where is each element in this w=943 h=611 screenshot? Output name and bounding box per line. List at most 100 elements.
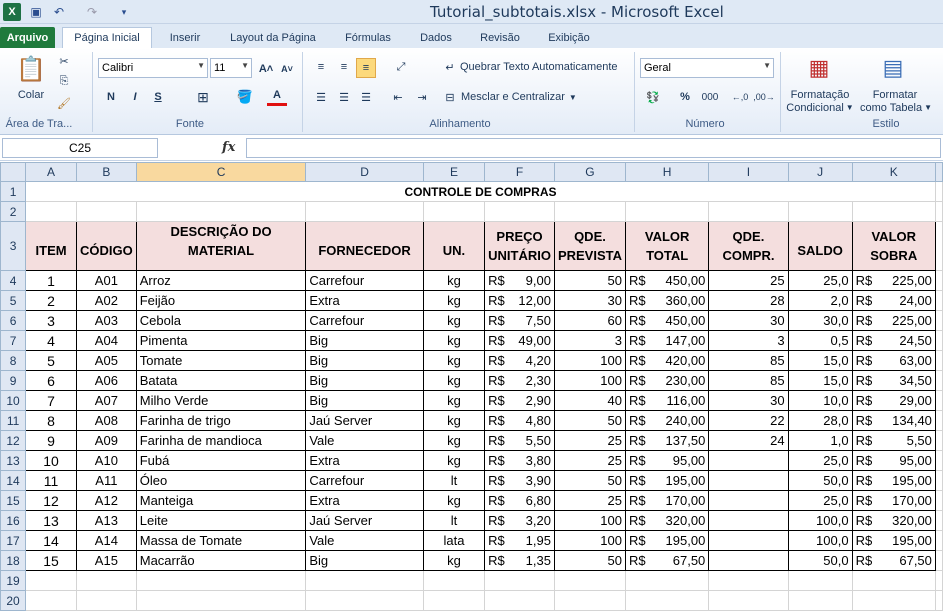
cell[interactable]: [851, 570, 936, 591]
header-descricao[interactable]: DESCRIÇÃO DO MATERIAL: [135, 221, 307, 271]
percent-button[interactable]: %: [676, 88, 694, 106]
row-header[interactable]: 18: [0, 550, 27, 571]
cell-saldo[interactable]: 15,0: [787, 350, 853, 371]
wrap-text-icon[interactable]: ↵: [442, 59, 458, 75]
cell-codigo[interactable]: A06: [76, 370, 137, 391]
cell-descricao[interactable]: Óleo: [135, 470, 307, 491]
row-header[interactable]: 10: [0, 390, 27, 411]
cell-codigo[interactable]: A13: [76, 510, 137, 531]
merge-center-button[interactable]: Mesclar e Centralizar ▼: [461, 89, 577, 105]
cell-item[interactable]: 9: [25, 430, 77, 451]
tab-pagina-inicial[interactable]: Página Inicial: [62, 27, 152, 48]
cell-un[interactable]: kg: [422, 350, 486, 371]
cell[interactable]: [135, 201, 307, 222]
cell-preco-unitario[interactable]: R$ 5,50: [484, 430, 555, 451]
row-header[interactable]: 2: [0, 201, 27, 222]
cell-valor-sobra[interactable]: R$ 5,50: [851, 430, 936, 451]
cell[interactable]: [305, 201, 424, 222]
cell-descricao[interactable]: Farinha de trigo: [135, 410, 307, 431]
bold-button[interactable]: N: [103, 88, 119, 106]
customize-qat-icon[interactable]: ▾: [115, 3, 133, 21]
cell-fornecedor[interactable]: Big: [305, 370, 424, 391]
column-header[interactable]: C: [135, 162, 307, 182]
cell-preco-unitario[interactable]: R$ 4,80: [484, 410, 555, 431]
cell-qde-compr[interactable]: 24: [708, 430, 789, 451]
align-left-icon[interactable]: ☰: [311, 88, 331, 106]
cell-valor-total[interactable]: R$ 450,00: [624, 310, 710, 331]
cell[interactable]: [553, 590, 626, 611]
cell-valor-total[interactable]: R$ 137,50: [624, 430, 710, 451]
cell-un[interactable]: kg: [422, 410, 486, 431]
cell-fornecedor[interactable]: Big: [305, 550, 424, 571]
cell-preco-unitario[interactable]: R$ 2,90: [484, 390, 555, 411]
cell-preco-unitario[interactable]: R$ 3,80: [484, 450, 555, 471]
cell-qde-compr[interactable]: 30: [708, 310, 789, 331]
column-header[interactable]: E: [422, 162, 486, 182]
format-painter-icon[interactable]: 🖌: [55, 94, 73, 112]
align-center-icon[interactable]: ☰: [334, 88, 354, 106]
cell[interactable]: [934, 201, 943, 222]
cell-qde-prevista[interactable]: 100: [553, 370, 626, 391]
cell[interactable]: [851, 590, 936, 611]
cell-fornecedor[interactable]: Carrefour: [305, 470, 424, 491]
row-header[interactable]: 16: [0, 510, 27, 531]
cell-valor-sobra[interactable]: R$ 29,00: [851, 390, 936, 411]
align-bottom-icon[interactable]: ≡: [356, 58, 376, 78]
cell-descricao[interactable]: Fubá: [135, 450, 307, 471]
cell[interactable]: [934, 530, 943, 551]
cell-codigo[interactable]: A02: [76, 290, 137, 311]
font-name-combo[interactable]: Calibri ▼: [98, 58, 208, 78]
cell-qde-compr[interactable]: [708, 510, 789, 531]
row-header[interactable]: 15: [0, 490, 27, 511]
cell-preco-unitario[interactable]: R$ 1,35: [484, 550, 555, 571]
align-top-icon[interactable]: ≡: [311, 58, 331, 76]
cell[interactable]: [305, 590, 424, 611]
column-header[interactable]: H: [624, 162, 710, 182]
cell-descricao[interactable]: Arroz: [135, 270, 307, 291]
cell-un[interactable]: kg: [422, 370, 486, 391]
column-header[interactable]: D: [305, 162, 424, 182]
cell[interactable]: [787, 590, 853, 611]
column-header[interactable]: F: [484, 162, 555, 182]
redo-icon[interactable]: ↷: [83, 3, 101, 21]
cell-fornecedor[interactable]: Vale: [305, 530, 424, 551]
cell-un[interactable]: kg: [422, 490, 486, 511]
cell[interactable]: [934, 270, 943, 291]
cell-codigo[interactable]: A15: [76, 550, 137, 571]
cell-codigo[interactable]: A08: [76, 410, 137, 431]
cell-valor-total[interactable]: R$ 450,00: [624, 270, 710, 291]
cell-fornecedor[interactable]: Jaú Server: [305, 410, 424, 431]
cell[interactable]: [25, 590, 77, 611]
cell-descricao[interactable]: Pimenta: [135, 330, 307, 351]
cell-valor-total[interactable]: R$ 240,00: [624, 410, 710, 431]
cell-qde-prevista[interactable]: 100: [553, 530, 626, 551]
row-header[interactable]: 6: [0, 310, 27, 331]
cell[interactable]: [787, 570, 853, 591]
row-header[interactable]: 17: [0, 530, 27, 551]
cell-saldo[interactable]: 30,0: [787, 310, 853, 331]
cell-valor-total[interactable]: R$ 195,00: [624, 530, 710, 551]
cell-qde-compr[interactable]: [708, 470, 789, 491]
cell-qde-prevista[interactable]: 25: [553, 430, 626, 451]
cell-item[interactable]: 13: [25, 510, 77, 531]
save-icon[interactable]: ▣: [27, 3, 45, 21]
cell-preco-unitario[interactable]: R$ 49,00: [484, 330, 555, 351]
cell-item[interactable]: 7: [25, 390, 77, 411]
cell-qde-prevista[interactable]: 50: [553, 550, 626, 571]
cell-valor-sobra[interactable]: R$ 63,00: [851, 350, 936, 371]
cell-valor-sobra[interactable]: R$ 195,00: [851, 470, 936, 491]
cell[interactable]: [934, 290, 943, 311]
cell[interactable]: [934, 590, 943, 611]
cell-valor-total[interactable]: R$ 230,00: [624, 370, 710, 391]
cell-item[interactable]: 6: [25, 370, 77, 391]
cell-qde-compr[interactable]: 22: [708, 410, 789, 431]
cell-item[interactable]: 8: [25, 410, 77, 431]
font-color-icon[interactable]: A: [267, 86, 287, 106]
header-valor-total[interactable]: VALOR TOTAL: [624, 221, 710, 271]
increase-decimal-icon[interactable]: ←,0: [730, 88, 750, 106]
cell-descricao[interactable]: Feijão: [135, 290, 307, 311]
cell-valor-total[interactable]: R$ 195,00: [624, 470, 710, 491]
cell-preco-unitario[interactable]: R$ 3,20: [484, 510, 555, 531]
cell-codigo[interactable]: A14: [76, 530, 137, 551]
cell-saldo[interactable]: 0,5: [787, 330, 853, 351]
